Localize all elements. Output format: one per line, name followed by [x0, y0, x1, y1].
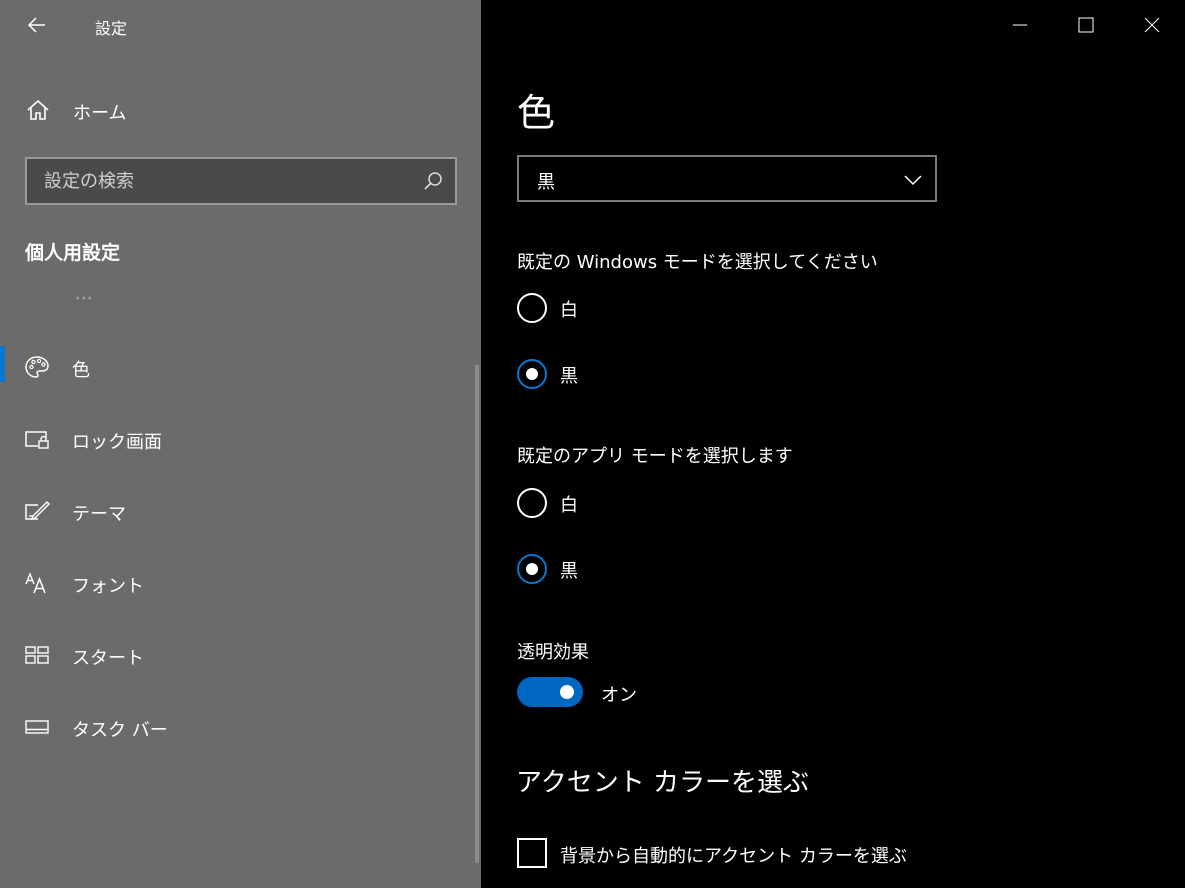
transparency-label: 透明効果: [517, 642, 589, 663]
dropdown-value: 黒: [537, 172, 555, 193]
app-title: 設定: [95, 19, 128, 38]
sidebar-item-colors[interactable]: 色: [0, 344, 481, 388]
start-icon: [25, 646, 49, 664]
auto-accent-checkbox[interactable]: [517, 838, 547, 868]
maximize-button[interactable]: [1053, 0, 1119, 50]
radio-circle[interactable]: [517, 554, 547, 584]
palette-icon: [25, 356, 49, 378]
sidebar-item-label: タスク バー: [72, 720, 168, 741]
auto-accent-label: 背景から自動的にアクセント カラーを選ぶ: [560, 846, 907, 867]
transparency-state: オン: [601, 685, 637, 706]
search-input[interactable]: [27, 159, 417, 203]
sidebar: 設定 ホーム 個人用設定 ﾞﾞﾞ 色 ロック画面: [0, 0, 481, 888]
main-content: 色 黒 既定の Windows モードを選択してください 白 黒 既定のアプリ …: [481, 0, 1185, 888]
sidebar-scrollbar[interactable]: [475, 365, 479, 863]
maximize-icon: [1078, 17, 1094, 33]
home-icon: [27, 99, 49, 120]
radio-label: 黒: [560, 561, 578, 582]
section-heading: 個人用設定: [25, 242, 121, 264]
nav-home[interactable]: ホーム: [0, 88, 481, 132]
minimize-icon: [1013, 24, 1027, 26]
chevron-down-icon: [904, 175, 922, 186]
toggle-knob: [560, 685, 574, 699]
sidebar-item-lock-screen[interactable]: ロック画面: [0, 416, 481, 460]
windows-mode-dark-radio[interactable]: 黒: [517, 357, 817, 391]
radio-circle[interactable]: [517, 293, 547, 323]
sidebar-item-taskbar[interactable]: タスク バー: [0, 704, 481, 748]
back-button[interactable]: [22, 10, 52, 40]
sidebar-item-label: スタート: [72, 648, 144, 669]
sidebar-item-label: 色: [72, 360, 90, 381]
radio-circle[interactable]: [517, 359, 547, 389]
page-title: 色: [517, 91, 556, 135]
search-box[interactable]: [25, 157, 457, 205]
windows-mode-light-radio[interactable]: 白: [517, 291, 817, 325]
search-icon[interactable]: [423, 171, 443, 191]
radio-label: 白: [560, 495, 578, 516]
windows-mode-label: 既定の Windows モードを選択してください: [517, 252, 878, 273]
minimize-button[interactable]: [987, 0, 1053, 50]
app-mode-label: 既定のアプリ モードを選択します: [517, 446, 793, 467]
theme-icon: [25, 501, 50, 521]
sidebar-item-themes[interactable]: テーマ: [0, 488, 481, 532]
radio-circle[interactable]: [517, 488, 547, 518]
accent-color-heading: アクセント カラーを選ぶ: [516, 768, 809, 798]
taskbar-icon: [25, 720, 49, 734]
close-button[interactable]: [1119, 0, 1185, 50]
title-bar-left: 設定: [0, 0, 481, 50]
close-icon: [1144, 17, 1160, 33]
color-mode-dropdown[interactable]: 黒: [517, 155, 937, 202]
back-arrow-icon: [27, 17, 45, 33]
scrolled-item-remnant: ﾞﾞﾞ: [76, 296, 98, 310]
app-mode-dark-radio[interactable]: 黒: [517, 552, 817, 586]
sidebar-item-label: フォント: [72, 576, 144, 597]
radio-label: 黒: [560, 366, 578, 387]
font-icon: [25, 572, 46, 594]
radio-label: 白: [560, 300, 578, 321]
nav-home-label: ホーム: [73, 103, 127, 124]
sidebar-item-start[interactable]: スタート: [0, 632, 481, 676]
window-controls: [987, 0, 1185, 50]
sidebar-item-fonts[interactable]: フォント: [0, 560, 481, 604]
lock-screen-icon: [25, 431, 49, 449]
sidebar-item-label: テーマ: [72, 504, 126, 525]
transparency-toggle[interactable]: [517, 677, 583, 707]
app-mode-light-radio[interactable]: 白: [517, 486, 817, 520]
sidebar-item-label: ロック画面: [72, 432, 162, 453]
